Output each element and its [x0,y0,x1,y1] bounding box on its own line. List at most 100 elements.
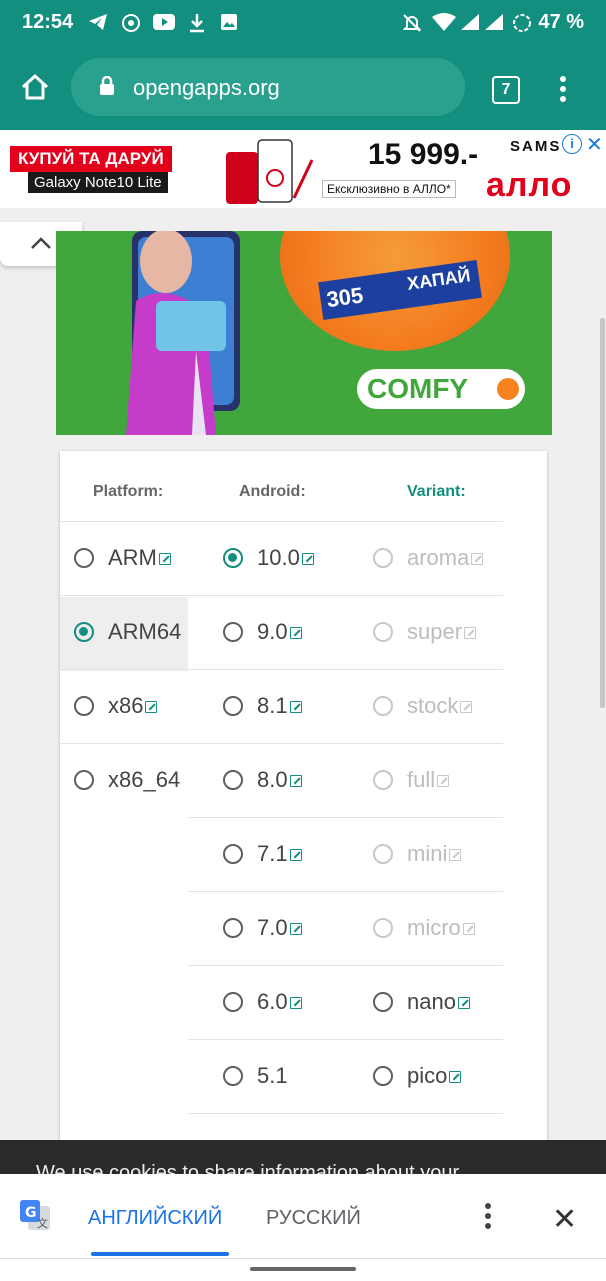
external-link-icon[interactable] [289,775,302,787]
option-label: x86 [108,693,144,718]
radio-button[interactable] [373,992,393,1012]
svg-text:文: 文 [37,1216,48,1230]
download-icon [188,13,206,33]
ad-info-icon[interactable]: i [562,134,582,154]
option-label: 5.1 [257,1063,288,1088]
signal-icon [484,13,504,31]
ad-promo-text: ХАПАЙ [405,265,472,294]
radio-button[interactable] [223,844,243,864]
variant-option-super: super [373,595,503,669]
radio-button[interactable] [74,696,94,716]
radio-button[interactable] [373,1066,393,1086]
external-link-icon[interactable] [289,701,302,713]
option-label: 8.1 [257,693,288,718]
row-divider [60,521,503,522]
status-time: 12:54 [22,11,74,33]
android-option-51[interactable]: 5.1 [223,1039,373,1113]
download-selector-card: Platform: Android: Variant: ARM ARM64 x86 x… [60,451,547,1151]
radio-button[interactable] [223,548,243,568]
radio-button [373,770,393,790]
android-option-90[interactable]: 9.0 [223,595,373,669]
lock-icon [99,75,115,101]
variant-option-nano[interactable]: nano [373,965,503,1039]
external-link-icon [437,775,450,787]
variant-option-pico[interactable]: pico [373,1039,503,1113]
external-link-icon[interactable] [289,849,302,861]
external-link-icon[interactable] [457,997,470,1009]
external-link-icon[interactable] [289,627,302,639]
radio-button[interactable] [223,696,243,716]
platform-option-x8664[interactable]: x86_64 [74,743,188,817]
home-gesture-pill[interactable] [250,1267,356,1271]
ad-banner-top[interactable]: КУПУЙ ТА ДАРУЙ Galaxy Note10 Lite 15 999… [0,130,606,208]
signal-icon [460,13,480,31]
external-link-icon [471,553,484,565]
overflow-menu-icon[interactable] [556,74,570,109]
android-option-71[interactable]: 7.1 [223,817,373,891]
youtube-icon [152,13,176,31]
option-label: 10.0 [257,545,300,570]
wifi-icon [432,13,456,31]
browser-toolbar: opengapps.org 7 [0,46,606,130]
radio-button [373,548,393,568]
radio-button[interactable] [223,622,243,642]
translate-menu-icon[interactable] [478,1202,498,1230]
android-option-100[interactable]: 10.0 [223,521,373,595]
android-header: Android: [239,483,306,500]
language-tab-russian[interactable]: РУССКИЙ [266,1207,361,1230]
battery-percent: 47 % [538,11,584,33]
ad-price: 15 999.- [368,138,479,171]
platform-option-arm[interactable]: ARM [74,521,188,595]
external-link-icon[interactable] [449,1071,462,1083]
page-scrollbar[interactable] [600,318,605,708]
variant-option-aroma: aroma [373,521,503,595]
radio-button[interactable] [223,918,243,938]
radio-button[interactable] [74,622,94,642]
external-link-icon[interactable] [145,701,158,713]
radio-button[interactable] [74,770,94,790]
external-link-icon[interactable] [289,997,302,1009]
option-label: super [407,619,463,644]
option-label: x86_64 [108,767,181,792]
tab-switcher-button[interactable]: 7 [492,76,520,104]
ad-comfy-dot [497,378,519,400]
external-link-icon [449,849,462,861]
language-tab-english[interactable]: АНГЛИЙСКИЙ [88,1207,222,1230]
ad-comfy-text: COMFY [367,373,469,404]
option-label: 7.0 [257,915,288,940]
android-option-60[interactable]: 6.0 [223,965,373,1039]
radio-button[interactable] [223,770,243,790]
url-bar[interactable]: opengapps.org [71,58,465,116]
row-divider [60,743,503,744]
external-link-icon[interactable] [301,553,314,565]
ad-exclusive: Ексклюзивно в АЛЛО* [322,180,456,198]
ad-model-image [96,231,246,435]
home-icon[interactable] [20,72,50,107]
android-option-70[interactable]: 7.0 [223,891,373,965]
external-link-icon[interactable] [289,923,302,935]
ad-close-icon[interactable]: ✕ [586,132,603,157]
platform-option-x86[interactable]: x86 [74,669,188,743]
radio-button[interactable] [223,992,243,1012]
variant-option-stock: stock [373,669,503,743]
radio-button[interactable] [223,1066,243,1086]
ad-promo-number: 305 [324,282,365,313]
platform-header: Platform: [93,483,164,500]
option-label: nano [407,989,456,1014]
row-divider [60,669,503,670]
external-link-icon [460,701,473,713]
network-icon [120,13,142,32]
row-divider [188,891,503,892]
row-divider [188,965,503,966]
telegram-icon [88,13,107,31]
translate-close-icon[interactable]: ✕ [552,1202,577,1237]
image-icon [220,13,238,31]
radio-button[interactable] [74,548,94,568]
external-link-icon[interactable] [158,553,171,565]
android-option-81[interactable]: 8.1 [223,669,373,743]
platform-option-arm64[interactable]: ARM64 [74,595,188,669]
android-option-80[interactable]: 8.0 [223,743,373,817]
external-link-icon [464,627,477,639]
variant-option-micro: micro [373,891,503,965]
ad-banner-comfy[interactable]: 305 ХАПАЙ COMFY [56,231,552,435]
